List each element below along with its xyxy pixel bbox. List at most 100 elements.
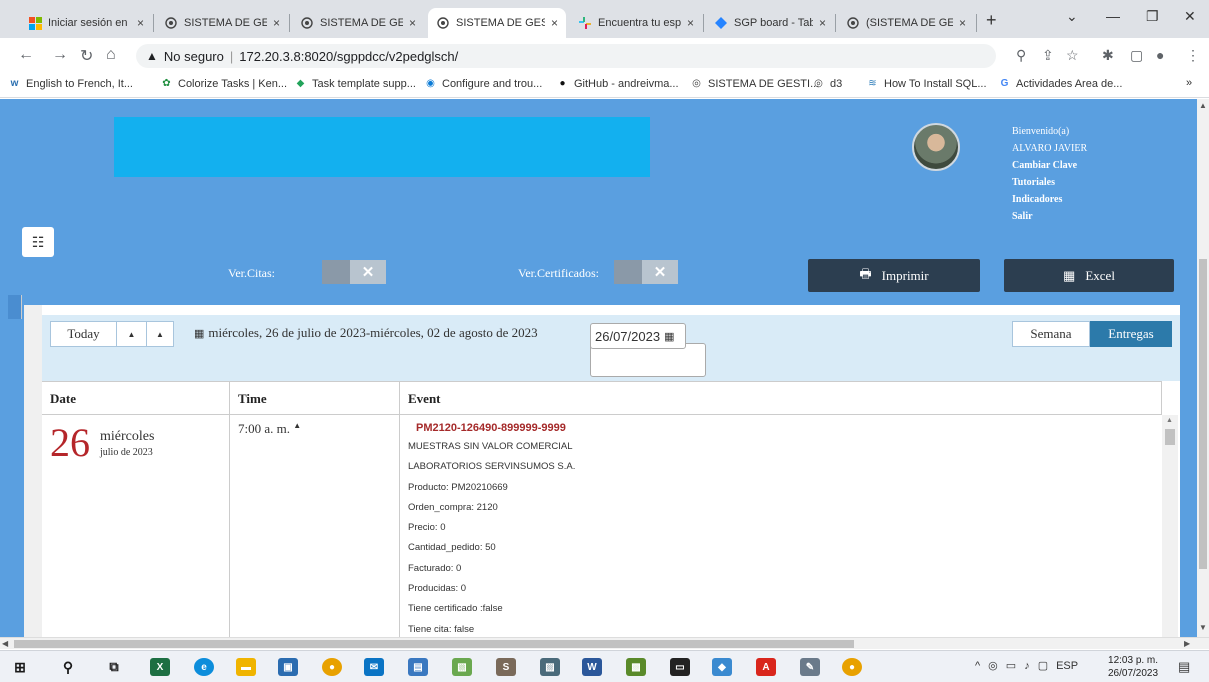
profile-icon[interactable]: ● bbox=[1156, 47, 1164, 63]
close-icon[interactable]: × bbox=[273, 16, 280, 30]
remote-desktop-icon[interactable]: ▤ bbox=[408, 658, 428, 676]
minimize-icon[interactable]: — bbox=[1106, 8, 1120, 24]
scroll-up-icon[interactable]: ▲ bbox=[1199, 101, 1207, 110]
bookmark-item[interactable]: ✿ Colorize Tasks | Ken... bbox=[160, 77, 287, 90]
search-icon[interactable]: ⚲ bbox=[58, 658, 78, 676]
tab-search-icon[interactable]: ⌄ bbox=[1066, 8, 1078, 25]
url-field[interactable]: ▲ No seguro | 172.20.3.8:8020/sgppdcc/v2… bbox=[136, 44, 996, 68]
project-icon[interactable]: ▩ bbox=[626, 658, 646, 676]
window-close-icon[interactable]: ✕ bbox=[1184, 8, 1196, 25]
calendar-icon[interactable]: ▦ bbox=[664, 330, 674, 343]
task-view-icon[interactable]: ⧉ bbox=[104, 658, 124, 676]
word-app-icon[interactable]: W bbox=[582, 658, 602, 676]
browser-tab[interactable]: SGP board - Tabl × bbox=[706, 8, 834, 38]
forward-icon[interactable]: → bbox=[52, 46, 68, 64]
language-indicator[interactable]: ESP bbox=[1056, 660, 1078, 672]
volume-icon[interactable]: ♪ bbox=[1024, 660, 1030, 672]
print-button[interactable]: 🖶 Imprimir bbox=[808, 259, 980, 292]
side-tab[interactable] bbox=[8, 295, 22, 319]
scroll-thumb[interactable] bbox=[14, 640, 854, 648]
notifications-icon[interactable]: ▤ bbox=[1178, 659, 1190, 675]
bookmark-item[interactable]: ◉ Configure and trou... bbox=[424, 77, 542, 90]
event-card[interactable]: PM2120-126490-899999-9999 MUESTRAS SIN V… bbox=[408, 419, 575, 637]
sidepanel-icon[interactable]: ▢ bbox=[1130, 47, 1143, 64]
home-icon[interactable]: ⌂ bbox=[106, 46, 116, 64]
scroll-thumb[interactable] bbox=[1165, 429, 1175, 445]
logout-link[interactable]: Salir bbox=[1012, 208, 1087, 225]
restore-icon[interactable]: ❐ bbox=[1146, 8, 1159, 25]
close-icon[interactable]: × bbox=[409, 16, 416, 30]
bookmark-item[interactable]: w English to French, It... bbox=[8, 77, 133, 90]
warning-icon[interactable]: ▲ bbox=[146, 49, 158, 63]
date-input[interactable]: 26/07/2023 ▦ bbox=[590, 323, 686, 349]
display-icon[interactable]: ▢ bbox=[1038, 659, 1048, 672]
new-tab-button[interactable]: + bbox=[986, 10, 997, 31]
page-horizontal-scrollbar[interactable]: ◀ ▶ bbox=[0, 637, 1209, 649]
close-icon[interactable]: × bbox=[551, 16, 558, 30]
tutorials-link[interactable]: Tutoriales bbox=[1012, 174, 1087, 191]
meet-icon[interactable]: ◎ bbox=[988, 659, 998, 672]
extensions-icon[interactable]: ✱ bbox=[1102, 47, 1114, 64]
kebab-menu-icon[interactable]: ⋮ bbox=[1186, 47, 1200, 64]
menu-toggle-button[interactable]: ☷ bbox=[22, 227, 54, 257]
scroll-up-icon[interactable]: ▲ bbox=[1166, 417, 1173, 424]
close-icon[interactable]: × bbox=[959, 16, 966, 30]
zoom-icon[interactable]: ⚲ bbox=[1016, 47, 1026, 64]
browser-tab[interactable]: SISTEMA DE GES × bbox=[156, 8, 288, 38]
back-icon[interactable]: ← bbox=[18, 46, 34, 64]
bookmark-item[interactable]: ≋ How To Install SQL... bbox=[866, 77, 986, 90]
chrome-app-icon[interactable]: ● bbox=[842, 658, 862, 676]
clock[interactable]: 12:03 p. m. 26/07/2023 bbox=[1108, 654, 1158, 680]
bookmarks-overflow[interactable]: » bbox=[1186, 77, 1192, 89]
scroll-left-icon[interactable]: ◀ bbox=[2, 639, 8, 648]
network-icon[interactable]: ▭ bbox=[1006, 659, 1016, 672]
close-icon[interactable]: × bbox=[819, 16, 826, 30]
windows-start-icon[interactable]: ⊞ bbox=[10, 658, 30, 676]
notepad-icon[interactable]: ▧ bbox=[452, 658, 472, 676]
week-view-button[interactable]: Semana bbox=[1012, 321, 1090, 347]
browser-tab[interactable]: (SISTEMA DE GES × bbox=[838, 8, 974, 38]
git-icon[interactable]: ◆ bbox=[712, 658, 732, 676]
paint-icon[interactable]: ✎ bbox=[800, 658, 820, 676]
bookmark-item[interactable]: ◎ d3 bbox=[812, 77, 842, 90]
bookmark-item[interactable]: ◆ Task template supp... bbox=[294, 77, 416, 90]
scroll-thumb[interactable] bbox=[1199, 259, 1207, 569]
chrome-app-icon[interactable]: ● bbox=[322, 658, 342, 676]
deliveries-view-button[interactable]: Entregas bbox=[1090, 321, 1172, 347]
browser-tab[interactable]: Encuentra tu esp × bbox=[570, 8, 702, 38]
excel-button[interactable]: ▦ Excel bbox=[1004, 259, 1174, 292]
acrobat-icon[interactable]: A bbox=[756, 658, 776, 676]
terminal-icon[interactable]: ▭ bbox=[670, 658, 690, 676]
bookmark-item[interactable]: ● GitHub - andreivma... bbox=[556, 77, 678, 90]
scroll-right-icon[interactable]: ▶ bbox=[1184, 639, 1190, 648]
event-code[interactable]: PM2120-126490-899999-9999 bbox=[416, 419, 575, 437]
close-icon[interactable]: × bbox=[137, 16, 144, 30]
next-button[interactable]: ▲ bbox=[147, 322, 173, 346]
browser-tab-active[interactable]: SISTEMA DE GES × bbox=[428, 8, 566, 38]
bookmark-item[interactable]: ◎ SISTEMA DE GESTI... bbox=[690, 77, 819, 90]
change-password-link[interactable]: Cambiar Clave bbox=[1012, 157, 1087, 174]
mail-icon[interactable]: ✉ bbox=[364, 658, 384, 676]
event-scrollbar[interactable]: ▲ bbox=[1162, 415, 1178, 637]
browser-tab[interactable]: SISTEMA DE GES × bbox=[292, 8, 424, 38]
file-explorer-icon[interactable]: ▬ bbox=[236, 658, 256, 676]
star-icon[interactable]: ☆ bbox=[1066, 47, 1079, 64]
scroll-down-icon[interactable]: ▼ bbox=[1199, 623, 1207, 632]
ver-certificados-toggle[interactable]: ✕ bbox=[614, 260, 678, 284]
reload-icon[interactable]: ↻ bbox=[80, 46, 93, 66]
page-vertical-scrollbar[interactable]: ▲ ▼ bbox=[1197, 99, 1209, 637]
share-icon[interactable]: ⇪ bbox=[1042, 47, 1054, 64]
bookmark-item[interactable]: G Actividades Area de... bbox=[998, 77, 1123, 90]
today-button[interactable]: Today bbox=[51, 322, 117, 346]
ver-citas-toggle[interactable]: ✕ bbox=[322, 260, 386, 284]
store-icon[interactable]: ▣ bbox=[278, 658, 298, 676]
close-icon[interactable]: × bbox=[687, 16, 694, 30]
indicators-link[interactable]: Indicadores bbox=[1012, 191, 1087, 208]
prev-button[interactable]: ▲ bbox=[117, 322, 147, 346]
excel-app-icon[interactable]: X bbox=[150, 658, 170, 676]
edge-app-icon[interactable]: e bbox=[194, 658, 214, 676]
chevron-up-icon[interactable]: ^ bbox=[975, 660, 980, 672]
notes-icon[interactable]: ▨ bbox=[540, 658, 560, 676]
browser-tab[interactable]: Iniciar sesión en ( × bbox=[20, 8, 152, 38]
sublime-icon[interactable]: S bbox=[496, 658, 516, 676]
